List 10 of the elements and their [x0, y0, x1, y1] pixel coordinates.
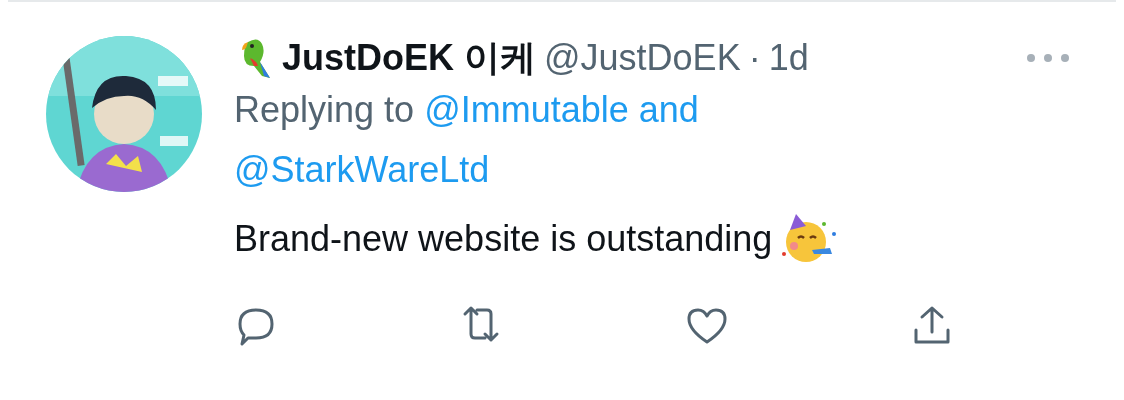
separator-dot: ·	[748, 36, 761, 80]
replying-label: Replying to	[234, 89, 415, 130]
mention-link[interactable]: @Immutable and	[424, 89, 699, 130]
tweet-time: 1d	[768, 36, 809, 80]
mention-link[interactable]: @StarkWareLtd	[234, 149, 490, 190]
tweet-text: Brand-new website is outstanding	[234, 217, 773, 261]
author-name: JustDoEK 이케	[282, 36, 537, 80]
more-icon	[1026, 53, 1070, 63]
party-emoji-icon	[780, 214, 839, 264]
author-handle: @JustDoEK	[544, 36, 741, 80]
